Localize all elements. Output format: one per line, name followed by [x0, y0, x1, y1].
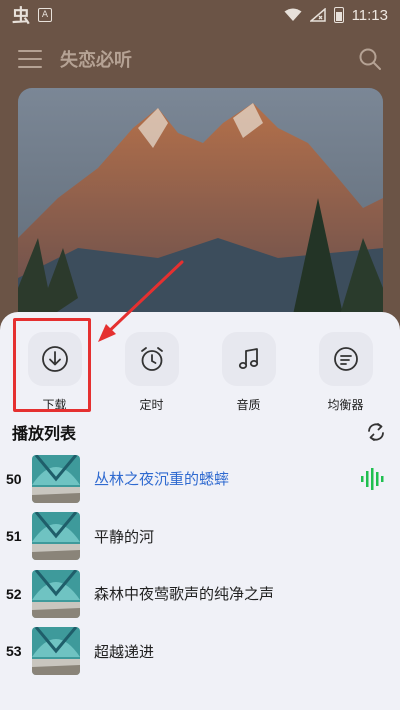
- page-title: 失恋必听: [60, 50, 132, 71]
- equalizer-label: 均衡器: [327, 398, 364, 412]
- menu-icon[interactable]: [18, 50, 42, 68]
- track-row[interactable]: 53 超越递进: [0, 623, 400, 681]
- timer-action[interactable]: 定时: [112, 332, 192, 413]
- playlist-title: 播放列表: [12, 424, 77, 443]
- timer-label: 定时: [139, 398, 164, 412]
- repeat-icon[interactable]: [364, 420, 388, 444]
- track-number: 50: [6, 470, 22, 487]
- track-title: 平静的河: [94, 527, 155, 546]
- wifi-icon: [284, 8, 302, 21]
- app-notification-icon: 虫: [12, 6, 30, 27]
- track-number: 51: [6, 528, 22, 545]
- track-thumbnail: [32, 454, 80, 503]
- track-row[interactable]: 52 森林中夜莺歌声的纯净之声: [0, 565, 400, 623]
- playlist-cover-image: [18, 88, 383, 338]
- track-thumbnail: [32, 569, 80, 618]
- track-row[interactable]: 51 平静的河: [0, 508, 400, 566]
- track-list: 50 丛林之夜沉重的蟋蟀 51 平静的河 52 森林中夜莺歌声的纯净之声 53 …: [0, 450, 400, 680]
- playlist-header: 播放列表: [12, 420, 388, 444]
- music-note-icon: [238, 348, 258, 369]
- search-icon[interactable]: [358, 47, 382, 71]
- track-thumbnail: [32, 627, 80, 676]
- download-action[interactable]: 下载: [15, 332, 95, 413]
- track-title: 超越递进: [94, 642, 155, 661]
- download-label: 下载: [42, 398, 67, 412]
- download-icon: [41, 346, 68, 372]
- now-playing-equalizer-icon: [361, 468, 384, 490]
- track-row[interactable]: 50 丛林之夜沉重的蟋蟀: [0, 450, 400, 508]
- track-title: 森林中夜莺歌声的纯净之声: [94, 585, 275, 604]
- action-row: 下载 定时 音质 均衡器: [0, 332, 400, 413]
- battery-icon: [333, 7, 344, 23]
- status-time: 11:13: [351, 6, 388, 24]
- equalizer-icon: [333, 347, 358, 371]
- audio-quality-action[interactable]: 音质: [209, 332, 289, 413]
- track-number: 52: [6, 585, 22, 602]
- a-notification-icon: A: [38, 8, 52, 22]
- signal-icon: [309, 8, 326, 22]
- audio-quality-label: 音质: [236, 398, 261, 412]
- track-title: 丛林之夜沉重的蟋蟀: [94, 470, 230, 489]
- track-thumbnail: [32, 512, 80, 561]
- equalizer-action[interactable]: 均衡器: [306, 332, 386, 413]
- status-bar: 虫 A 11:13: [0, 0, 400, 30]
- track-number: 53: [6, 643, 22, 660]
- player-bottom-sheet: 下载 定时 音质 均衡器 播放列表 50 丛林之夜沉重的蟋蟀 51 平静的河 5…: [0, 312, 400, 710]
- app-header: 失恋必听: [0, 38, 400, 80]
- alarm-clock-icon: [140, 347, 163, 371]
